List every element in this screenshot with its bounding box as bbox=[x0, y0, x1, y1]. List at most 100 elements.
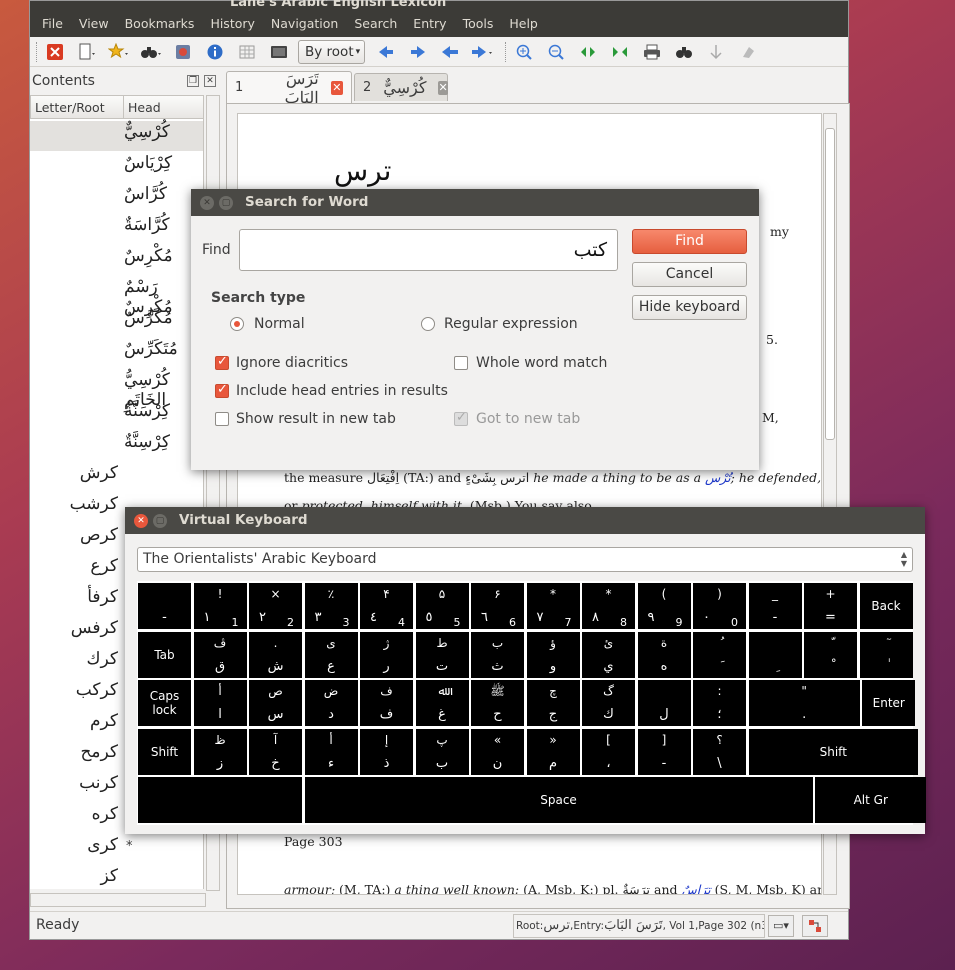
maximize-icon[interactable]: ▢ bbox=[219, 196, 233, 210]
binoculars-icon[interactable] bbox=[138, 40, 164, 64]
tree-root-item[interactable]: كرك bbox=[70, 649, 119, 669]
key[interactable]: أا bbox=[193, 680, 247, 726]
terminal-icon[interactable] bbox=[266, 40, 292, 64]
key[interactable]: ". bbox=[748, 680, 860, 726]
column-header-head[interactable]: Head bbox=[123, 95, 204, 119]
tree-root-item[interactable]: كرفس bbox=[70, 618, 118, 638]
key[interactable]: ئي bbox=[582, 631, 635, 678]
keyboard-dialog-titlebar[interactable]: ✕ ▢ Virtual Keyboard bbox=[125, 507, 925, 534]
grid-icon[interactable] bbox=[234, 40, 260, 64]
key[interactable]: ﷲغ bbox=[415, 680, 469, 726]
lookup-mode-select[interactable]: By root ▾ bbox=[298, 39, 366, 64]
key[interactable]: : ؛ bbox=[693, 680, 746, 726]
key[interactable]: ) 0 ٠ bbox=[693, 583, 746, 629]
close-dock-icon[interactable]: ✕ bbox=[204, 75, 216, 87]
close-red-icon[interactable] bbox=[42, 40, 68, 64]
key[interactable]: ةه bbox=[637, 631, 691, 678]
key[interactable]: بث bbox=[471, 631, 524, 678]
arrow-first-icon[interactable] bbox=[437, 40, 463, 64]
key-shift[interactable]: Shift bbox=[748, 728, 919, 775]
keyboard-layout-select[interactable]: The Orientalists' Arabic Keyboard ▲ ▼ bbox=[137, 547, 913, 572]
key-shift[interactable]: Shift bbox=[138, 728, 191, 775]
key[interactable]: ! 1 ١ bbox=[193, 583, 247, 629]
tree-root-item[interactable]: كرفأ bbox=[70, 587, 118, 607]
down-arrow-icon[interactable] bbox=[703, 40, 729, 64]
keyboard-toggle-icon[interactable]: ▭▾ bbox=[768, 915, 794, 937]
tree-head-item[interactable]: مُتَكَرِّسٌ bbox=[124, 339, 192, 359]
key[interactable]: ىع bbox=[304, 631, 358, 678]
key[interactable]: طت bbox=[415, 631, 469, 678]
key[interactable]: .ش bbox=[249, 631, 302, 678]
fit-height-icon[interactable] bbox=[607, 40, 633, 64]
radio-normal[interactable] bbox=[230, 317, 244, 331]
key[interactable]: صس bbox=[249, 680, 302, 726]
tree-head-item[interactable]: كُرْسِيٌّ bbox=[124, 122, 192, 142]
key[interactable]: (9 ٩ bbox=[637, 583, 691, 629]
tree-head-item[interactable]: مُكَرَّسٌ bbox=[124, 308, 192, 328]
close-icon[interactable]: ✕ bbox=[134, 514, 148, 528]
settings-icon[interactable] bbox=[170, 40, 196, 64]
tree-root-item[interactable]: كز bbox=[70, 866, 118, 886]
tree-head-item[interactable]: كِرْيَاسٌ bbox=[124, 153, 192, 173]
menu-search[interactable]: Search bbox=[346, 16, 405, 31]
key-caps-lock[interactable]: Caps lock bbox=[138, 680, 191, 726]
print-icon[interactable] bbox=[639, 40, 665, 64]
key-back[interactable]: Back bbox=[859, 583, 913, 629]
maximize-icon[interactable]: ▢ bbox=[153, 514, 167, 528]
key[interactable]: ٪ 3 ٣ bbox=[304, 583, 358, 629]
find-icon[interactable] bbox=[671, 40, 697, 64]
hide-keyboard-button[interactable]: Hide keyboard bbox=[632, 295, 747, 320]
key[interactable]: × 2 ٢ bbox=[249, 583, 302, 629]
tree-root-item[interactable]: كرش bbox=[70, 463, 118, 483]
scrollbar-thumb[interactable] bbox=[825, 128, 835, 440]
tree-root-item[interactable]: كركب bbox=[70, 680, 118, 700]
key[interactable]: ﷺح bbox=[471, 680, 524, 726]
arrow-right-blue-icon[interactable] bbox=[405, 40, 431, 64]
key-alt-gr[interactable]: Alt Gr bbox=[815, 777, 927, 823]
key-enter[interactable]: Enter bbox=[862, 680, 916, 726]
key[interactable]: ؟ \ bbox=[693, 728, 746, 775]
menu-file[interactable]: File bbox=[34, 16, 71, 31]
key[interactable]: فف bbox=[360, 680, 413, 726]
column-header-letter-root[interactable]: Letter/Root bbox=[30, 95, 124, 119]
key[interactable]: گك bbox=[582, 680, 635, 726]
key[interactable]: ظز bbox=[193, 728, 247, 775]
tab-2[interactable]: 2 كُرْسِيٌّ ✕ bbox=[354, 73, 448, 101]
tree-root-item[interactable]: كرشب bbox=[70, 494, 118, 514]
tree-root-item[interactable]: كرى bbox=[70, 835, 118, 855]
key[interactable]: ؤو bbox=[526, 631, 580, 678]
key[interactable]: - bbox=[138, 583, 191, 629]
tab-close-icon[interactable]: ✕ bbox=[438, 80, 448, 95]
menu-entry[interactable]: Entry bbox=[405, 16, 454, 31]
tab-1[interactable]: 1 تَرَسَ البَابَ ✕ bbox=[226, 69, 352, 107]
ignore-diacritics-checkbox[interactable] bbox=[215, 354, 229, 370]
find-button[interactable]: Find bbox=[632, 229, 747, 254]
arabic-link[interactable]: تِرَاسٌ bbox=[682, 882, 711, 894]
tree-head-item[interactable]: كِرْسِنَّةٌ bbox=[124, 432, 192, 452]
key[interactable]: ّْ bbox=[804, 631, 857, 678]
key[interactable]: ژر bbox=[360, 631, 413, 678]
tree-root-item[interactable]: كرص bbox=[70, 525, 118, 545]
info-icon[interactable] bbox=[202, 40, 228, 64]
key[interactable]: چج bbox=[526, 680, 580, 726]
tree-root-item[interactable]: كرنب bbox=[70, 773, 118, 793]
arrow-left-blue-icon[interactable] bbox=[373, 40, 399, 64]
close-icon[interactable]: ✕ bbox=[200, 196, 214, 210]
contents-horizontal-scrollbar[interactable] bbox=[30, 893, 206, 907]
zoom-out-icon[interactable] bbox=[543, 40, 569, 64]
find-input[interactable]: كتب bbox=[239, 229, 618, 271]
include-heads-checkbox[interactable] bbox=[215, 382, 229, 398]
key[interactable]: [، bbox=[582, 728, 635, 775]
tab-close-icon[interactable]: ✕ bbox=[330, 80, 343, 95]
key[interactable]: آخ bbox=[249, 728, 302, 775]
radio-regex[interactable] bbox=[421, 317, 435, 331]
tree-head-item[interactable]: مُكْرِسٌ bbox=[124, 246, 192, 266]
cancel-button[interactable]: Cancel bbox=[632, 262, 747, 287]
tree-head-item[interactable]: كُرَّاسَةٌ bbox=[124, 215, 192, 235]
key[interactable]: َُ bbox=[693, 631, 746, 678]
zoom-in-icon[interactable] bbox=[511, 40, 537, 64]
menu-view[interactable]: View bbox=[71, 16, 117, 31]
tree-root-item[interactable]: كرع bbox=[70, 556, 118, 576]
key[interactable]: ۶6٦ bbox=[471, 583, 524, 629]
tree-root-item[interactable]: كره bbox=[70, 804, 118, 824]
